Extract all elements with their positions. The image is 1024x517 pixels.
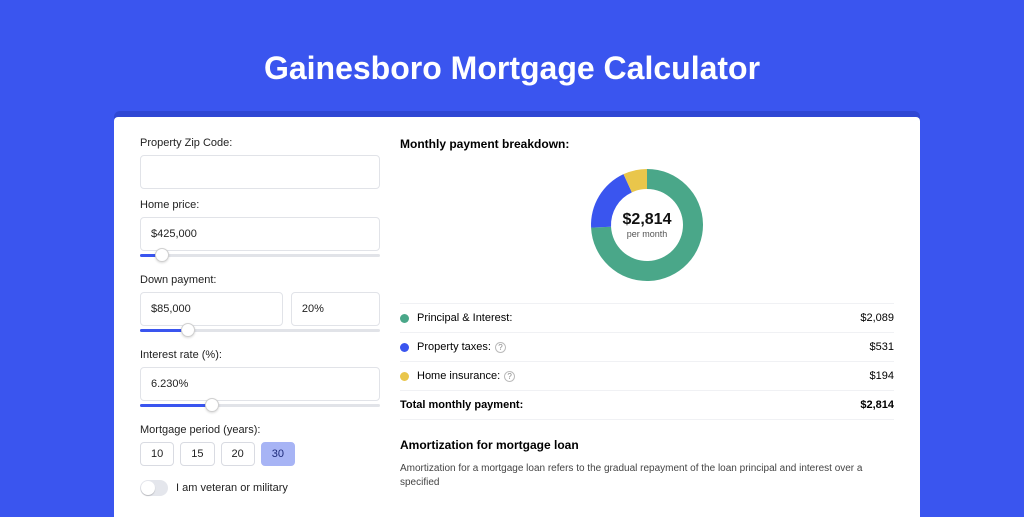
slider-fill xyxy=(140,404,212,407)
legend-row-taxes: Property taxes:? $531 xyxy=(400,332,894,361)
period-label: Mortgage period (years): xyxy=(140,424,380,436)
home-price-input[interactable] xyxy=(140,217,380,251)
amortization-text: Amortization for a mortgage loan refers … xyxy=(400,462,894,490)
donut-center-sub: per month xyxy=(627,229,668,239)
down-payment-block: Down payment: xyxy=(140,274,380,339)
legend-value: $531 xyxy=(870,341,894,353)
home-price-block: Home price: xyxy=(140,199,380,264)
zip-label: Property Zip Code: xyxy=(140,137,380,149)
legend-label: Home insurance: xyxy=(417,370,500,382)
form-column: Property Zip Code: Home price: Down paym… xyxy=(140,137,380,517)
legend: Principal & Interest: $2,089 Property taxe… xyxy=(400,303,894,420)
veteran-row: I am veteran or military xyxy=(140,480,380,496)
period-buttons: 1015 2030 xyxy=(140,442,380,466)
amortization-title: Amortization for mortgage loan xyxy=(400,438,894,452)
info-icon[interactable]: ? xyxy=(495,342,506,353)
veteran-label: I am veteran or military xyxy=(176,482,288,494)
home-price-label: Home price: xyxy=(140,199,380,211)
period-block: Mortgage period (years): 1015 2030 xyxy=(140,424,380,466)
info-icon[interactable]: ? xyxy=(504,371,515,382)
legend-row-insurance: Home insurance:? $194 xyxy=(400,361,894,390)
interest-rate-input[interactable] xyxy=(140,367,380,401)
calculator-card: Property Zip Code: Home price: Down paym… xyxy=(114,117,920,517)
down-payment-label: Down payment: xyxy=(140,274,380,286)
total-value: $2,814 xyxy=(860,399,894,411)
donut-center: $2,814 per month xyxy=(609,187,685,263)
legend-label: Property taxes: xyxy=(417,341,491,353)
slider-handle[interactable] xyxy=(155,248,169,262)
zip-input[interactable] xyxy=(140,155,380,189)
legend-value: $194 xyxy=(870,370,894,382)
page-title: Gainesboro Mortgage Calculator xyxy=(0,0,1024,111)
slider-track xyxy=(140,254,380,257)
down-payment-pct-input[interactable] xyxy=(291,292,380,326)
legend-dot-taxes xyxy=(400,343,409,352)
down-payment-slider[interactable] xyxy=(140,325,380,339)
zip-field-block: Property Zip Code: xyxy=(140,137,380,189)
home-price-slider[interactable] xyxy=(140,250,380,264)
legend-dot-insurance xyxy=(400,372,409,381)
slider-handle[interactable] xyxy=(205,398,219,412)
interest-rate-label: Interest rate (%): xyxy=(140,349,380,361)
donut-center-value: $2,814 xyxy=(623,211,672,229)
legend-row-total: Total monthly payment: $2,814 xyxy=(400,390,894,420)
period-btn-15[interactable]: 15 xyxy=(180,442,214,466)
breakdown-title: Monthly payment breakdown: xyxy=(400,137,894,151)
period-btn-10[interactable]: 10 xyxy=(140,442,174,466)
legend-dot-principal xyxy=(400,314,409,323)
interest-rate-block: Interest rate (%): xyxy=(140,349,380,414)
down-payment-input[interactable] xyxy=(140,292,283,326)
breakdown-column: Monthly payment breakdown: $2,814 per mo… xyxy=(400,137,894,517)
legend-value: $2,089 xyxy=(860,312,894,324)
period-btn-20[interactable]: 20 xyxy=(221,442,255,466)
donut-area: $2,814 per month xyxy=(400,165,894,285)
toggle-knob xyxy=(141,481,155,495)
card-shadow: Property Zip Code: Home price: Down paym… xyxy=(114,111,920,517)
period-btn-30[interactable]: 30 xyxy=(261,442,295,466)
interest-rate-slider[interactable] xyxy=(140,400,380,414)
legend-label: Principal & Interest: xyxy=(417,312,512,324)
legend-row-principal: Principal & Interest: $2,089 xyxy=(400,303,894,332)
donut-chart: $2,814 per month xyxy=(587,165,707,285)
total-label: Total monthly payment: xyxy=(400,399,523,411)
veteran-toggle[interactable] xyxy=(140,480,168,496)
slider-handle[interactable] xyxy=(181,323,195,337)
